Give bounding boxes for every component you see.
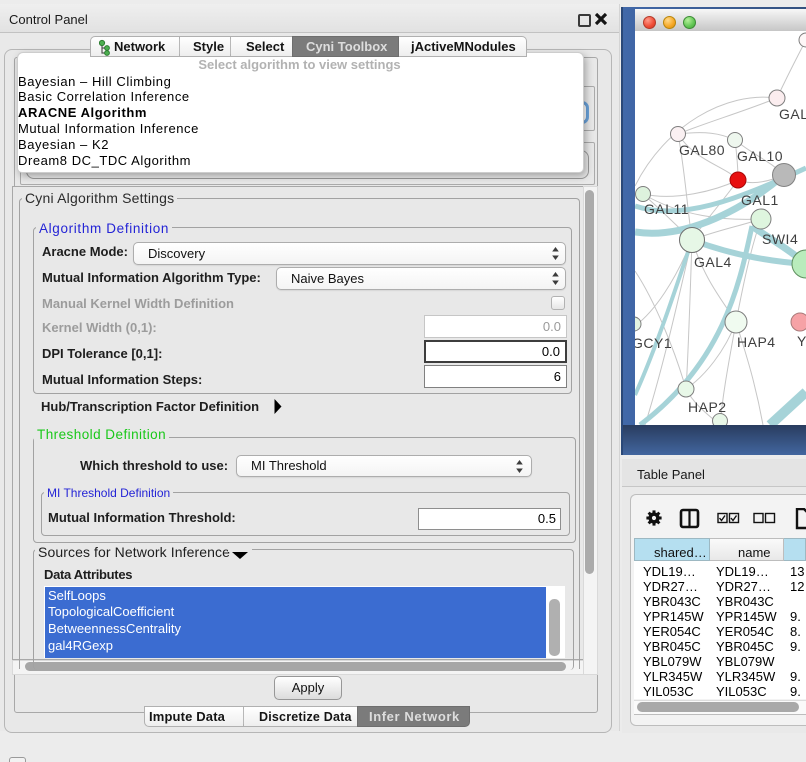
svg-text:SWI4: SWI4 bbox=[762, 231, 798, 247]
svg-text:GAL4: GAL4 bbox=[694, 254, 732, 270]
svg-text:HAP4: HAP4 bbox=[737, 334, 776, 350]
svg-text:GAL1: GAL1 bbox=[741, 192, 779, 208]
svg-text:GAL11: GAL11 bbox=[644, 201, 689, 217]
svg-text:Y: Y bbox=[797, 333, 806, 349]
svg-text:HAP2: HAP2 bbox=[688, 399, 727, 415]
svg-text:GAL: GAL bbox=[779, 106, 806, 122]
svg-text:GAL10: GAL10 bbox=[737, 148, 783, 164]
svg-text:GAL80: GAL80 bbox=[679, 142, 725, 158]
svg-text:GCY1: GCY1 bbox=[635, 335, 672, 351]
